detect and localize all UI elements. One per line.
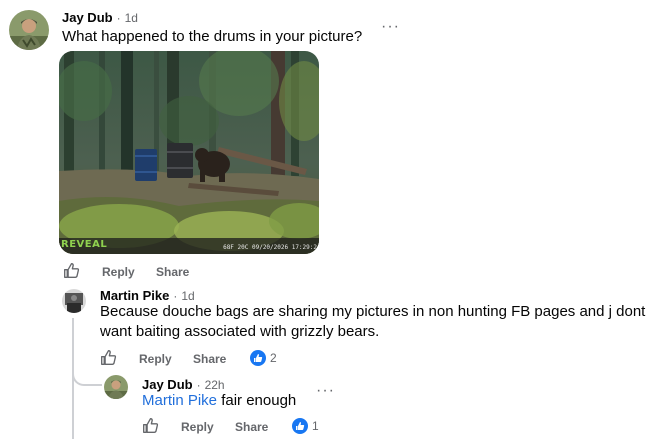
- comment-text: Martin Pike fair enough: [142, 391, 296, 411]
- camera-timestamp: 68F 20C 09/20/2026 17:29:2: [223, 244, 317, 251]
- more-options-icon[interactable]: ···: [316, 383, 335, 399]
- avatar-jay-dub[interactable]: [104, 375, 128, 399]
- avatar-martin-pike[interactable]: [62, 289, 86, 313]
- share-button[interactable]: Share: [156, 265, 189, 279]
- comment-time[interactable]: 22h: [205, 378, 225, 392]
- comment-author[interactable]: Jay Dub · 1d: [62, 10, 138, 25]
- like-icon[interactable]: [142, 417, 159, 434]
- comment-text-line: want baiting associated with grizzly bea…: [100, 323, 380, 340]
- mention-link[interactable]: Martin Pike: [142, 392, 217, 409]
- camera-brand-logo: REVEAL: [61, 239, 108, 250]
- trail-cam-image: [59, 51, 319, 254]
- like-reaction-icon: [250, 350, 266, 366]
- separator: ·: [173, 289, 178, 303]
- comment-text-line: Because douche bags are sharing my pictu…: [100, 303, 646, 320]
- comment-text-body: fair enough: [221, 392, 297, 409]
- reply-button[interactable]: Reply: [139, 352, 172, 366]
- reply-button[interactable]: Reply: [102, 265, 135, 279]
- more-options-icon[interactable]: ···: [381, 19, 400, 35]
- like-reaction-icon: [292, 418, 308, 434]
- like-icon[interactable]: [100, 349, 117, 366]
- comment-author[interactable]: Martin Pike · 1d: [100, 288, 195, 303]
- reaction-count[interactable]: 2: [250, 350, 277, 366]
- comment-author[interactable]: Jay Dub · 22h: [142, 377, 225, 392]
- reply-button[interactable]: Reply: [181, 420, 214, 434]
- comment-time[interactable]: 1d: [181, 289, 194, 303]
- share-button[interactable]: Share: [193, 352, 226, 366]
- like-icon[interactable]: [63, 262, 80, 279]
- reaction-count-value: 2: [270, 351, 277, 365]
- reaction-count[interactable]: 1: [292, 418, 319, 434]
- comment-photo[interactable]: REVEAL 68F 20C 09/20/2026 17:29:2: [59, 51, 319, 254]
- share-button[interactable]: Share: [235, 420, 268, 434]
- separator: ·: [116, 11, 121, 25]
- separator: ·: [196, 378, 201, 392]
- reaction-count-value: 1: [312, 419, 319, 433]
- comment-text: What happened to the drums in your pictu…: [62, 28, 363, 45]
- comment-time[interactable]: 1d: [125, 11, 138, 25]
- thread-elbow: [72, 364, 102, 386]
- avatar-jay-dub[interactable]: [9, 10, 49, 50]
